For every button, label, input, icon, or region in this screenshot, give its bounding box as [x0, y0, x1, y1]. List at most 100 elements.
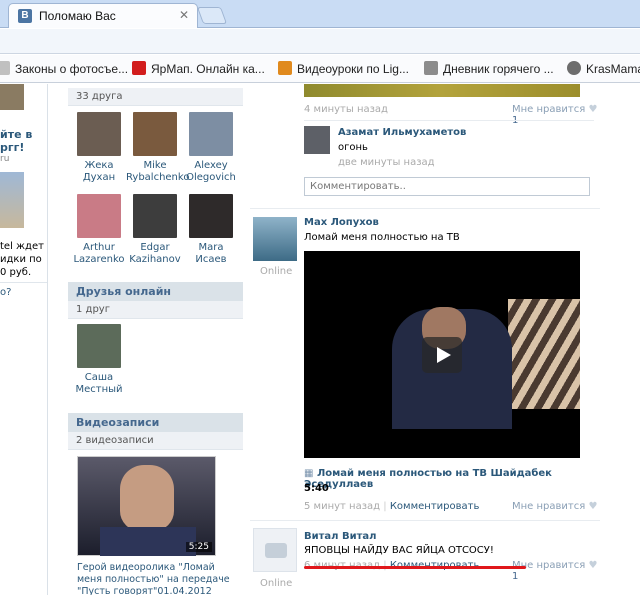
friend-card[interactable]: Mara Исаев [182, 194, 240, 266]
ad-domain: ru [0, 154, 10, 164]
online-friends-count[interactable]: 1 друг [68, 301, 243, 319]
news-feed: 4 минуты назад Мне нравится ♥ 1 Азамат И… [250, 84, 600, 595]
friend-name[interactable]: Olegovich [182, 172, 240, 184]
post-time[interactable]: 4 минуты назад [304, 104, 388, 115]
post-time[interactable]: 5 минут назад [304, 501, 380, 512]
like-count: 1 [512, 571, 519, 582]
new-tab-button[interactable] [196, 7, 228, 24]
left-ad-column: йте в ргг! ru tel ждет идки по 0 руб. о? [0, 84, 48, 595]
bookmark-item[interactable]: Дневник горячего ... [424, 60, 554, 78]
vk-favicon-icon: В [18, 9, 32, 23]
comment-input[interactable]: Комментировать.. [304, 177, 590, 196]
ad-image [0, 84, 24, 110]
like-button[interactable]: Мне нравится ♥ [512, 501, 597, 512]
videos-count[interactable]: 2 видеозаписи [68, 432, 243, 450]
video-duration: 5:25 [185, 542, 212, 552]
bookmark-item[interactable]: Законы о фотосъе... [0, 60, 128, 78]
comment-time[interactable]: две минуты назад [338, 157, 435, 168]
bookmark-icon [567, 61, 581, 75]
ad-image [0, 172, 24, 228]
play-icon[interactable] [422, 337, 462, 373]
friend-name[interactable]: Lazarenko [70, 254, 128, 266]
like-button[interactable]: Мне нравится ♥ 1 [512, 104, 600, 126]
friend-name[interactable]: Rybalchenko [126, 172, 189, 184]
video-duration: 5:40 [304, 483, 329, 494]
post-author[interactable]: Max Лопухов [304, 217, 379, 228]
comment-link[interactable]: Комментировать [390, 501, 480, 512]
avatar[interactable] [77, 324, 121, 368]
friend-name[interactable]: Arthur [70, 242, 128, 254]
online-friends-header[interactable]: Друзья онлайн [68, 282, 243, 301]
friend-card[interactable]: Саша Местный [70, 324, 128, 396]
video-item[interactable]: 5:25 [68, 456, 243, 556]
friend-card[interactable]: Arthur Lazarenko [70, 194, 128, 266]
heart-icon: ♥ [588, 501, 598, 512]
avatar[interactable] [304, 126, 330, 154]
avatar[interactable] [77, 112, 121, 156]
bookmark-item[interactable]: KrasMama [567, 60, 640, 78]
avatar[interactable] [77, 194, 121, 238]
avatar[interactable] [133, 112, 177, 156]
bookmark-icon [424, 61, 438, 75]
ad-title[interactable]: ргг! [0, 141, 24, 154]
page-content: йте в ргг! ru tel ждет идки по 0 руб. о?… [0, 84, 640, 595]
friend-name[interactable]: Mara [182, 242, 240, 254]
heart-icon: ♥ [588, 560, 598, 571]
friend-card[interactable]: Alexey Olegovich [182, 112, 240, 184]
avatar[interactable] [253, 528, 297, 572]
friend-name[interactable]: Жека [70, 160, 128, 172]
friend-name[interactable]: Alexey [182, 160, 240, 172]
bookmark-label: ЯрМап. Онлайн ка... [151, 62, 265, 76]
avatar[interactable] [133, 194, 177, 238]
video-frame[interactable] [304, 251, 580, 458]
friend-name[interactable]: Mike [126, 160, 184, 172]
close-icon[interactable]: ✕ [179, 8, 189, 22]
ad-link[interactable]: о? [0, 287, 11, 298]
like-button[interactable]: Мне нравится ♥ 1 [512, 560, 600, 582]
friend-name[interactable]: Местный [70, 384, 128, 396]
video-player[interactable] [250, 251, 600, 458]
friend-name[interactable]: Edgar [126, 242, 184, 254]
heart-icon: ♥ [588, 104, 598, 115]
ad-title[interactable]: йте в [0, 128, 32, 141]
avatar[interactable] [189, 112, 233, 156]
videos-header[interactable]: Видеозаписи [68, 413, 243, 432]
friend-name[interactable]: Духан [70, 172, 128, 184]
bookmark-icon [132, 61, 146, 75]
bookmark-item[interactable]: ЯрМап. Онлайн ка... [132, 60, 265, 78]
friend-name[interactable]: Kazihanov [126, 254, 184, 266]
video-caption[interactable]: Герой видеоролика "Ломай меня полностью"… [77, 562, 237, 595]
friend-card[interactable]: Edgar Kazihanov [126, 194, 184, 266]
online-status: Online [260, 578, 293, 589]
post-author[interactable]: Витал Витал [304, 531, 376, 542]
post-meta: 5 минут назад | Комментировать [304, 501, 479, 512]
comment-author[interactable]: Азамат Ильмухаметов [338, 127, 466, 138]
bookmark-label: KrasMama [586, 62, 640, 76]
video-thumbnail[interactable]: 5:25 [77, 456, 216, 556]
post-image[interactable] [304, 84, 580, 97]
friend-card[interactable]: Жека Духан [70, 112, 128, 184]
bookmark-item[interactable]: Видеоуроки по Lig... [278, 60, 409, 78]
video-title: Ломай меня полностью на ТВ Шайдабек Эсед… [304, 468, 552, 490]
video-title-link[interactable]: ▦ Ломай меня полностью на ТВ Шайдабек Эс… [304, 468, 600, 490]
friends-grid: Жека Духан Mike Rybalchenko Alexey Olego… [68, 110, 243, 288]
avatar[interactable] [189, 194, 233, 238]
comment-text: огонь [338, 142, 368, 153]
tab-title: Поломаю Вас [39, 9, 116, 23]
divider [304, 120, 594, 121]
friend-name[interactable]: Исаев [182, 254, 240, 266]
friend-card[interactable]: Mike Rybalchenko [126, 112, 189, 184]
browser-tab-bar: В Поломаю Вас ✕ [0, 0, 640, 28]
bookmark-label: Законы о фотосъе... [15, 62, 129, 76]
friends-count[interactable]: 33 друга [68, 88, 243, 106]
sidebar: 33 друга Жека Духан Mike Rybalchenko Ale… [68, 84, 243, 595]
like-label: Мне нравится [512, 501, 586, 512]
video-icon: ▦ [304, 468, 314, 479]
post-text: Ломай меня полностью на ТВ [304, 232, 460, 243]
video-thumbnail-face [120, 465, 174, 531]
bookmark-icon [0, 61, 10, 75]
friend-name[interactable]: Саша [70, 372, 128, 384]
ad-text: идки по [0, 254, 42, 265]
browser-tab[interactable]: В Поломаю Вас ✕ [8, 3, 198, 28]
red-underline-annotation [304, 566, 526, 569]
